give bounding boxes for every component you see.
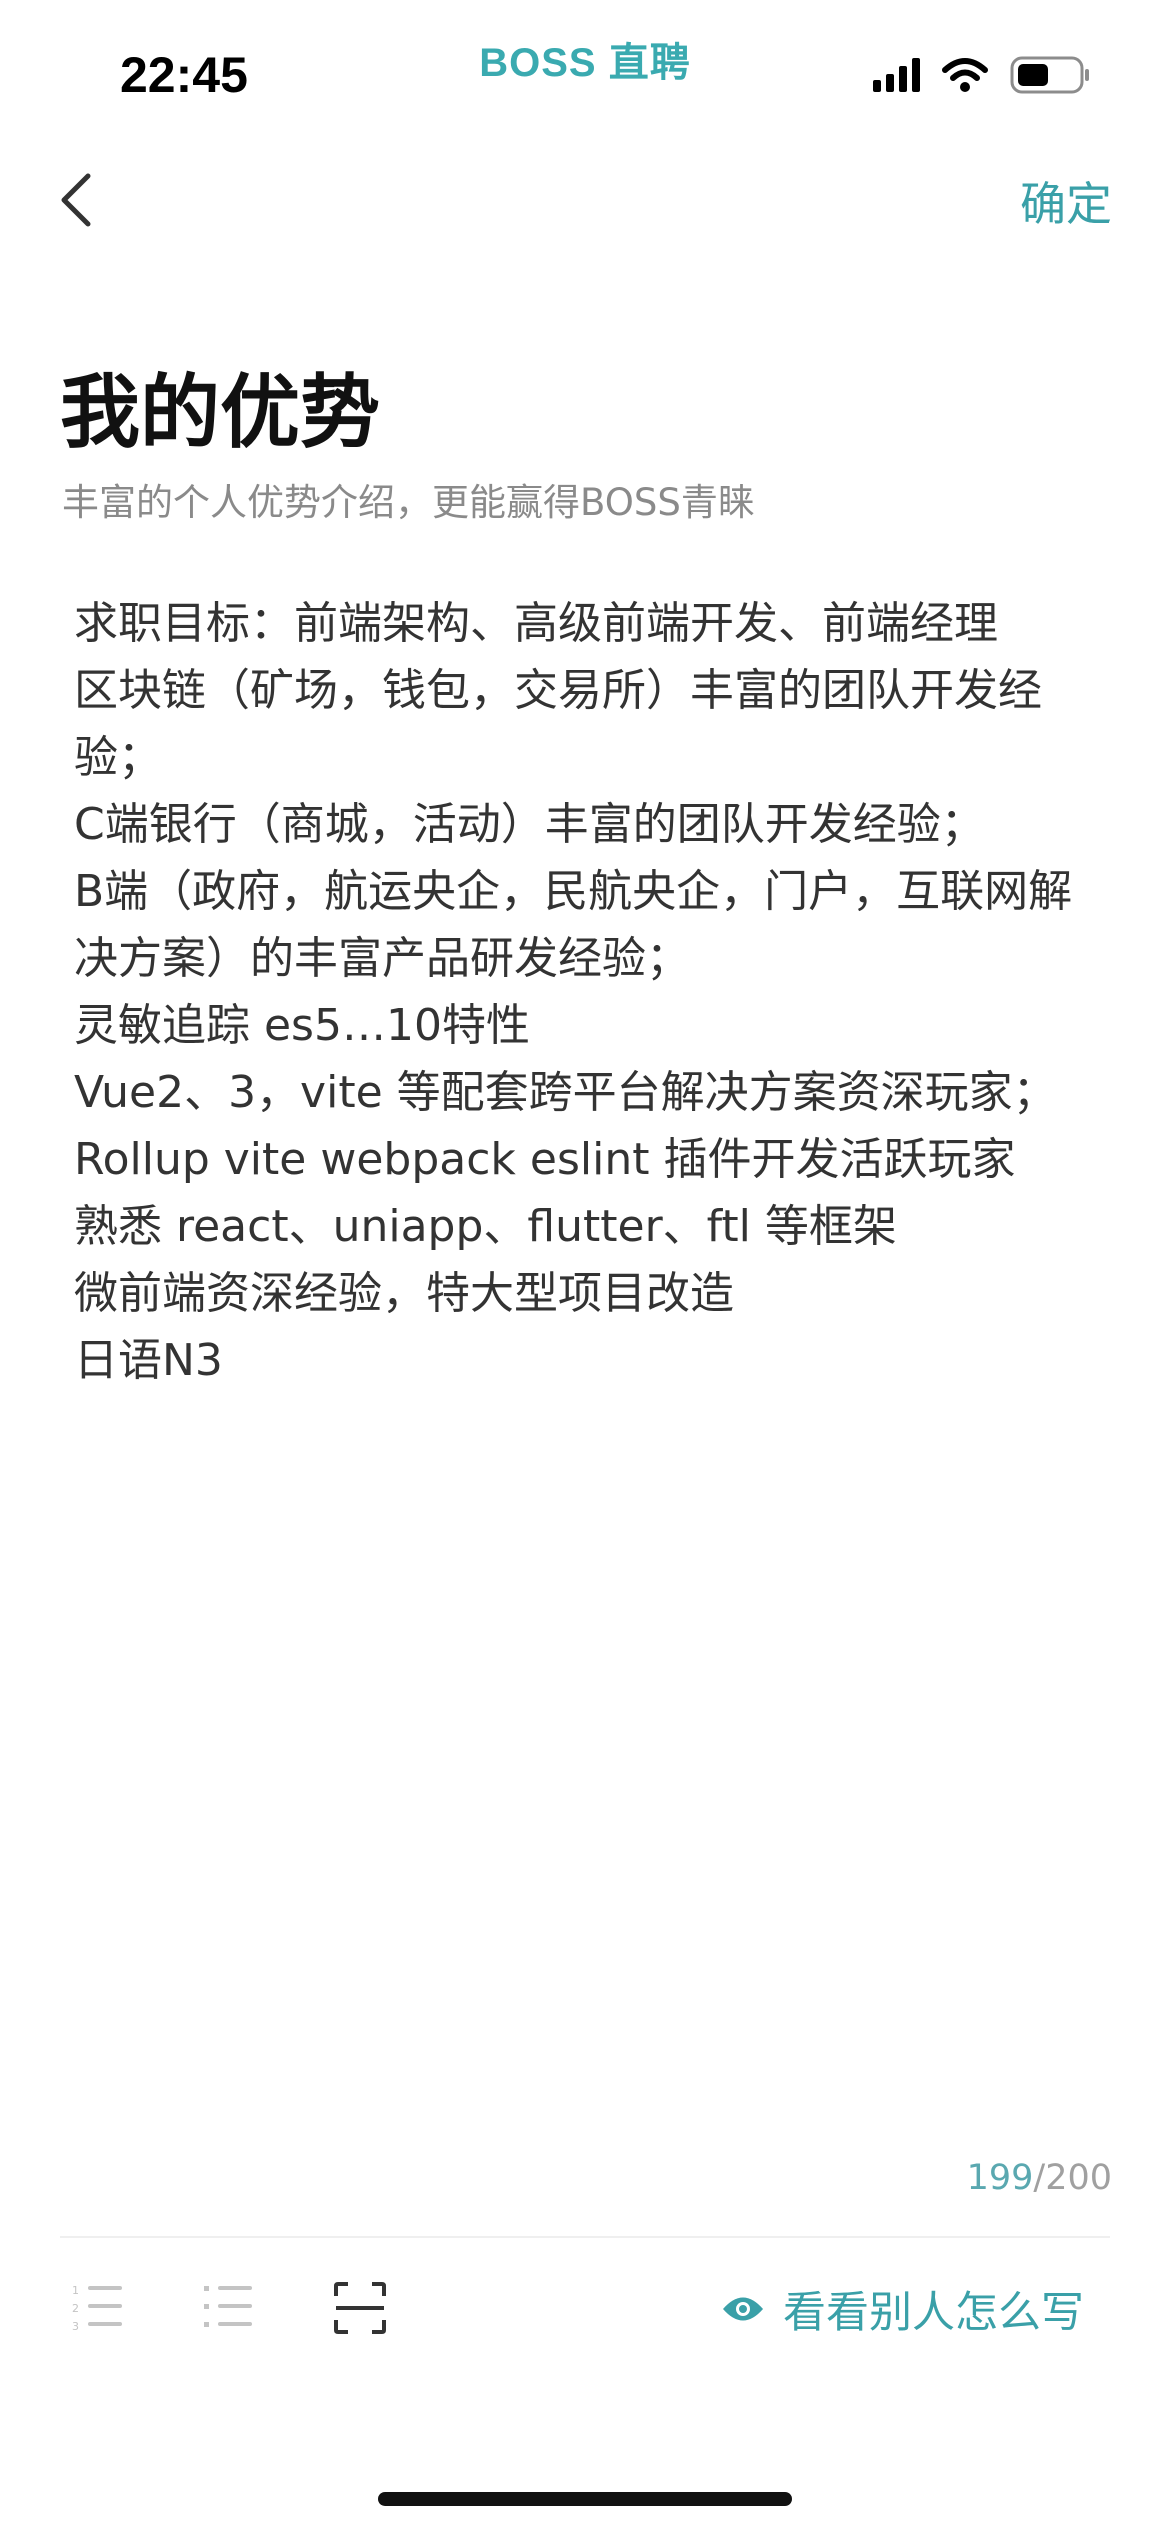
home-indicator (378, 2492, 792, 2506)
content-line: 求职目标：前端架构、高级前端开发、前端经理 (74, 598, 998, 649)
advantage-text-area[interactable]: 求职目标：前端架构、高级前端开发、前端经理区块链（矿场，钱包，交易所）丰富的团队… (74, 590, 1114, 1394)
page-subtitle: 丰富的个人优势介绍，更能赢得BOSS青睐 (62, 481, 755, 524)
content-line: 微前端资深经验，特大型项目改造 (74, 1268, 734, 1319)
confirm-button[interactable]: 确定 (1020, 168, 1112, 234)
svg-text:1: 1 (72, 2284, 79, 2297)
svg-text:2: 2 (72, 2302, 79, 2315)
editor-page: 22:45 BOSS 直聘 确定 我的优势 丰富的个人优势介绍，更能赢得BOSS… (0, 0, 1170, 2532)
counter-max: 200 (1045, 2158, 1112, 2198)
content-line: B端（政府，航运央企，民航央企，门户，互联网解决方案）的丰富产品研发经验； (74, 866, 1073, 984)
view-others-label: 看看别人怎么写 (783, 2288, 1084, 2338)
svg-text:3: 3 (72, 2320, 79, 2333)
content-line: 区块链（矿场，钱包，交易所）丰富的团队开发经验； (74, 665, 1042, 783)
status-icons (873, 56, 1092, 94)
bullet-list-button[interactable] (200, 2280, 256, 2336)
counter-separator: / (1033, 2158, 1046, 2198)
view-others-button[interactable]: 看看别人怎么写 (721, 2278, 1084, 2340)
cellular-signal-icon (873, 58, 920, 92)
toolbar-divider (60, 2236, 1110, 2238)
ordered-list-button[interactable]: 1 2 3 (70, 2280, 126, 2336)
page-title: 我的优势 (60, 366, 380, 459)
battery-icon (1010, 56, 1089, 94)
ordered-list-icon: 1 2 3 (72, 2284, 122, 2333)
content-line: 灵敏追踪 es5…10特性 (74, 1000, 530, 1051)
character-counter: 199/200 (967, 2158, 1112, 2198)
content-line: C端银行（商城，活动）丰富的团队开发经验； (74, 799, 985, 850)
content-line: 熟悉 react、uniapp、flutter、ftl 等框架 (74, 1201, 897, 1252)
status-bar: 22:45 BOSS 直聘 (0, 0, 1170, 140)
scan-text-button[interactable] (332, 2280, 388, 2336)
content-line: 日语N3 (74, 1335, 223, 1386)
bullet-list-icon (204, 2286, 252, 2327)
chevron-left-icon (61, 173, 91, 227)
scan-icon (334, 2282, 386, 2334)
content-line: Vue2、3，vite 等配套跨平台解决方案资深玩家； (74, 1067, 1057, 1118)
content-line: Rollup vite webpack eslint 插件开发活跃玩家 (74, 1134, 1016, 1185)
back-button[interactable] (52, 168, 102, 232)
eye-icon (723, 2297, 763, 2321)
counter-current: 199 (966, 2158, 1034, 2198)
wifi-icon (942, 58, 988, 92)
